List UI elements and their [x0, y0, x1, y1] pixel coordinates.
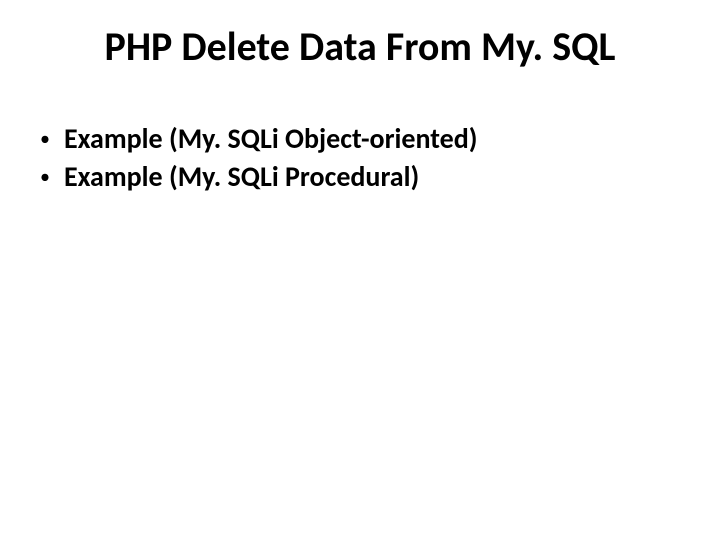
- list-item: • Example (My. SQLi Procedural): [38, 160, 682, 194]
- bullet-text: Example (My. SQLi Procedural): [64, 160, 419, 194]
- bullet-text: Example (My. SQLi Object-oriented): [64, 122, 478, 156]
- slide-title: PHP Delete Data From My. SQL: [0, 22, 720, 71]
- bullet-icon: •: [40, 122, 50, 156]
- slide: PHP Delete Data From My. SQL • Example (…: [0, 0, 720, 540]
- bullet-icon: •: [40, 160, 50, 194]
- slide-body: • Example (My. SQLi Object-oriented) • E…: [38, 122, 682, 198]
- list-item: • Example (My. SQLi Object-oriented): [38, 122, 682, 156]
